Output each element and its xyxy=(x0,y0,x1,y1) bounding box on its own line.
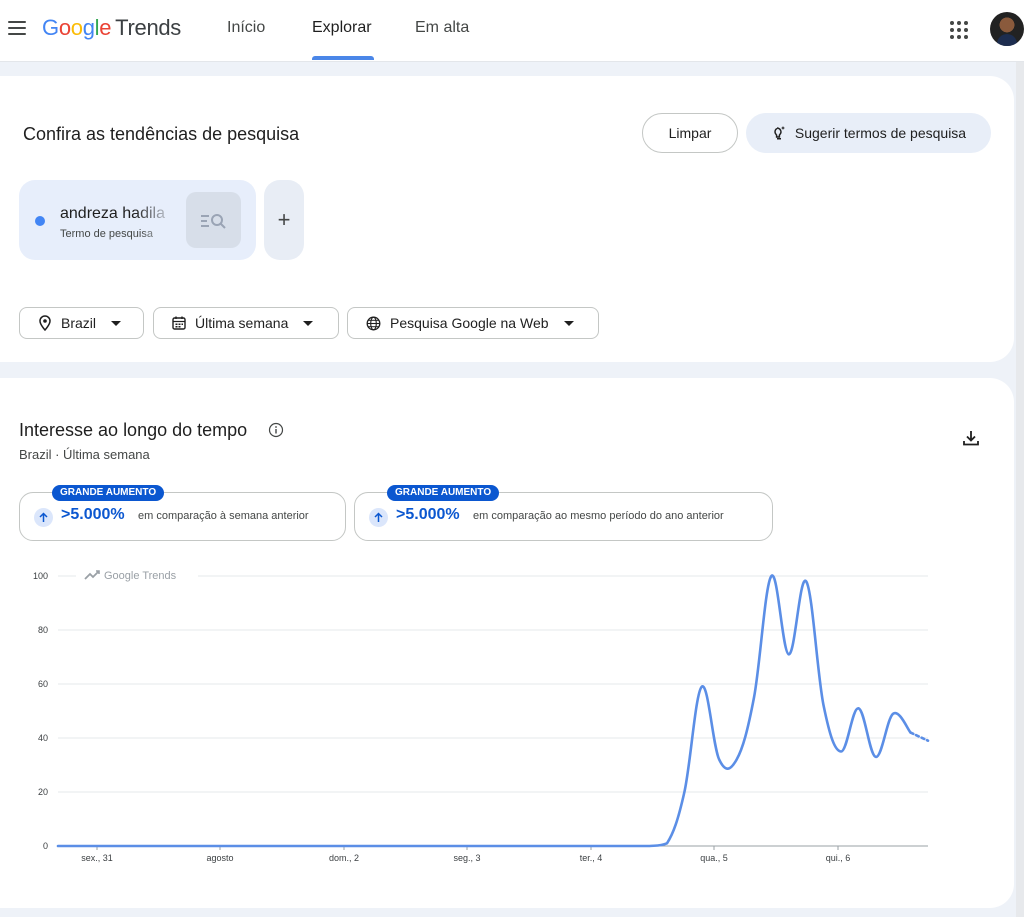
calendar-icon xyxy=(172,316,186,330)
logo-google-wordmark: Google xyxy=(42,15,112,40)
y-axis-labels: 0 20 40 60 80 100 xyxy=(33,571,48,851)
x-tick-label: qui., 6 xyxy=(826,853,851,863)
y-tick-label: 60 xyxy=(38,679,48,689)
search-list-icon xyxy=(200,214,226,229)
y-tick-label: 40 xyxy=(38,733,48,743)
period-filter[interactable]: Última semana xyxy=(153,307,339,339)
google-trends-logo[interactable]: Google Trends xyxy=(42,15,181,41)
download-icon[interactable] xyxy=(961,428,981,448)
arrow-up-icon xyxy=(34,508,53,527)
page-scrollbar[interactable] xyxy=(1016,62,1024,917)
x-tick-label: dom., 2 xyxy=(329,853,359,863)
chevron-down-icon xyxy=(111,320,122,326)
term-type: Termo de pesquisa xyxy=(60,228,153,240)
series-line-partial xyxy=(909,731,930,742)
insight-text: em comparação ao mesmo período do ano an… xyxy=(473,510,724,522)
search-term-chip[interactable]: andreza hadila Termo de pesquisa xyxy=(19,180,256,260)
period-filter-value: Última semana xyxy=(195,315,289,331)
apps-grid-icon[interactable] xyxy=(950,21,968,39)
top-app-bar: Google Trends Início Explorar Em alta xyxy=(0,0,1024,62)
nav-tab-em-alta[interactable]: Em alta xyxy=(415,19,469,37)
add-term-button[interactable]: + xyxy=(264,180,304,260)
term-search-button[interactable] xyxy=(186,192,241,248)
menu-icon[interactable] xyxy=(8,21,26,35)
chevron-down-icon xyxy=(563,320,574,326)
globe-icon xyxy=(366,316,381,330)
y-tick-label: 100 xyxy=(33,571,48,581)
x-tick-label: qua., 5 xyxy=(700,853,728,863)
search-card-title: Confira as tendências de pesquisa xyxy=(23,124,300,144)
interest-title: Interesse ao longo do tempo xyxy=(19,420,248,440)
sparkle-bulb-icon xyxy=(774,126,785,140)
insight-value: >5.000% xyxy=(396,506,460,523)
search-property-filter[interactable]: Pesquisa Google na Web xyxy=(347,307,599,339)
x-tick-label: seg., 3 xyxy=(453,853,480,863)
search-property-value: Pesquisa Google na Web xyxy=(390,315,549,331)
x-tick-label: sex., 31 xyxy=(81,853,113,863)
y-tick-label: 0 xyxy=(43,841,48,851)
location-filter-value: Brazil xyxy=(61,315,97,331)
nav-tab-explorar[interactable]: Explorar xyxy=(312,19,372,37)
insight-text: em comparação à semana anterior xyxy=(138,510,309,522)
x-tick-label: agosto xyxy=(206,853,233,863)
x-axis-labels: sex., 31 agosto dom., 2 seg., 3 ter., 4 qua.,… xyxy=(81,853,850,863)
increase-badge: GRANDE AUMENTO xyxy=(52,485,165,501)
clear-button[interactable]: Limpar xyxy=(642,113,738,153)
insight-card[interactable]: GRANDE AUMENTO >5.000% em comparação à s… xyxy=(19,485,346,541)
search-terms-card: Confira as tendências de pesquisa Limpar… xyxy=(0,76,1014,362)
increase-badge: GRANDE AUMENTO xyxy=(387,485,500,501)
series-line xyxy=(56,574,912,848)
term-name: andreza hadila xyxy=(60,205,165,222)
chevron-down-icon xyxy=(303,320,314,326)
term-color-dot xyxy=(35,216,45,226)
info-icon[interactable] xyxy=(268,422,284,438)
arrow-up-icon xyxy=(369,508,388,527)
watermark-text: Google Trends xyxy=(104,570,177,582)
interest-subtitle: Brazil · Última semana xyxy=(19,447,150,462)
y-tick-label: 20 xyxy=(38,787,48,797)
y-tick-label: 80 xyxy=(38,625,48,635)
interest-line-chart[interactable]: 0 20 40 60 80 100 sex., 31 agosto dom., 2 seg., … xyxy=(0,560,1014,880)
insight-card[interactable]: GRANDE AUMENTO >5.000% em comparação ao … xyxy=(354,485,773,541)
suggest-terms-label: Sugerir termos de pesquisa xyxy=(794,125,967,141)
location-filter[interactable]: Brazil xyxy=(19,307,144,339)
nav-tab-inicio[interactable]: Início xyxy=(227,19,265,37)
logo-trends-text: Trends xyxy=(115,15,182,40)
suggest-terms-button[interactable]: Sugerir termos de pesquisa xyxy=(746,113,991,153)
x-tick-label: ter., 4 xyxy=(580,853,603,863)
location-pin-icon xyxy=(39,315,51,331)
account-avatar[interactable] xyxy=(990,12,1024,46)
active-tab-indicator xyxy=(312,56,374,60)
chart-watermark: Google Trends xyxy=(76,567,198,582)
insight-value: >5.000% xyxy=(61,506,125,523)
